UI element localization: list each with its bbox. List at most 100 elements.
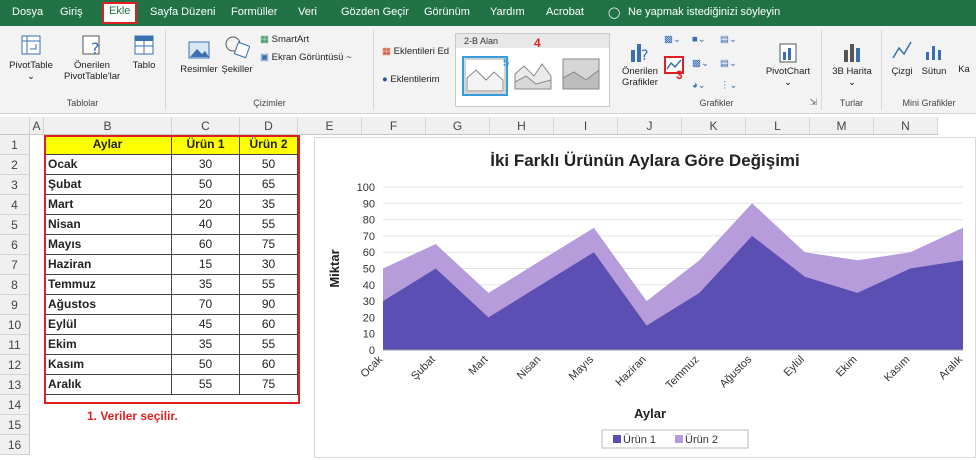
pivotchart-icon <box>779 43 797 63</box>
sparkline-line-button[interactable]: Çizgi <box>888 38 916 77</box>
menu-formulas[interactable]: Formüller <box>231 6 277 18</box>
area-chart[interactable]: İki Farklı Ürünün Aylara Göre Değişimi 0 1… <box>314 137 976 458</box>
row-header-14[interactable]: 14 <box>0 395 30 415</box>
menu-home[interactable]: Giriş <box>60 6 83 18</box>
pivottable-button[interactable]: PivotTable ⌄ <box>8 34 54 82</box>
menu-help[interactable]: Yardım <box>490 6 525 18</box>
svg-text:?: ? <box>91 39 100 58</box>
menu-file[interactable]: Dosya <box>12 6 43 18</box>
menu-acrobat[interactable]: Acrobat <box>546 6 584 18</box>
group-tours-label: Turlar <box>839 98 864 108</box>
row-header-2[interactable]: 2 <box>0 155 30 175</box>
y-tick-label: 80 <box>363 215 375 227</box>
column-header-g[interactable]: G <box>426 117 490 135</box>
x-tick-label: Eylül <box>782 354 807 379</box>
dialog-launcher-icon[interactable]: ⇲ <box>809 97 817 108</box>
recommended-charts-icon: ? <box>631 44 648 64</box>
area-chart-option[interactable] <box>462 56 508 96</box>
row-header-16[interactable]: 16 <box>0 435 30 455</box>
group-illustrations-label: Çizimler <box>253 98 286 108</box>
hierarchy-chart-button[interactable]: ■⌄ <box>692 34 706 45</box>
area-chart-icon <box>464 58 506 94</box>
3d-map-icon <box>844 44 860 62</box>
combo-chart-icon: ▤⌄ <box>720 58 737 69</box>
group-illustrations: Resimler Şekiller ▦ SmartArt ▣ Ekran Gör… <box>166 30 374 110</box>
x-tick-label: Ocak <box>358 353 385 380</box>
pie-chart-button[interactable]: ◕⌄ <box>692 80 706 91</box>
menu-page-layout[interactable]: Sayfa Düzeni <box>150 6 215 18</box>
tell-me-box[interactable]: Ne yapmak istediğinizi söyleyin <box>628 6 780 18</box>
area-chart-gallery: 2-B Alan <box>455 33 610 107</box>
y-tick-label: 40 <box>363 280 375 292</box>
menu-data[interactable]: Veri <box>298 6 317 18</box>
group-tables-label: Tablolar <box>66 98 99 108</box>
recommended-pivottables-button[interactable]: ? Önerilen PivotTable'lar <box>64 34 120 82</box>
column-header-k[interactable]: K <box>682 117 746 135</box>
smartart-button[interactable]: ▦ SmartArt <box>260 34 309 45</box>
row-header-7[interactable]: 7 <box>0 255 30 275</box>
percent-area-chart-option[interactable] <box>560 56 606 96</box>
waterfall-chart-button[interactable]: ▤⌄ <box>720 34 737 45</box>
statistic-chart-icon: ▩⌄ <box>692 58 709 69</box>
row-header-9[interactable]: 9 <box>0 295 30 315</box>
menu-review[interactable]: Gözden Geçir <box>341 6 409 18</box>
row-header-5[interactable]: 5 <box>0 215 30 235</box>
lightbulb-icon[interactable]: ◯ <box>608 6 620 19</box>
column-header-i[interactable]: I <box>554 117 618 135</box>
step-4-label: 4 <box>534 36 541 50</box>
row-header-13[interactable]: 13 <box>0 375 30 395</box>
column-header-m[interactable]: M <box>810 117 874 135</box>
row-header-8[interactable]: 8 <box>0 275 30 295</box>
combo-chart-button[interactable]: ▤⌄ <box>720 58 737 69</box>
pivotchart-button[interactable]: PivotChart ⌄ <box>762 38 814 88</box>
column-header-e[interactable]: E <box>298 117 362 135</box>
column-header-b[interactable]: B <box>44 117 172 135</box>
row-header-11[interactable]: 11 <box>0 335 30 355</box>
y-tick-label: 30 <box>363 296 375 308</box>
statistic-chart-button[interactable]: ▩⌄ <box>692 58 709 69</box>
column-header-n[interactable]: N <box>874 117 938 135</box>
waterfall-chart-icon: ▤⌄ <box>720 34 737 45</box>
menu-insert[interactable]: Ekle <box>101 2 138 24</box>
y-tick-label: 90 <box>363 198 375 210</box>
y-tick-label: 70 <box>363 231 375 243</box>
column-header-h[interactable]: H <box>490 117 554 135</box>
row-header-3[interactable]: 3 <box>0 175 30 195</box>
menu-view[interactable]: Görünüm <box>424 6 470 18</box>
x-axis-title: Aylar <box>634 406 666 421</box>
sparkline-winloss-button[interactable]: Ka <box>954 64 974 75</box>
legend-label: Ürün 2 <box>685 434 718 446</box>
my-addins-button[interactable]: ● Eklentilerim <box>382 74 440 85</box>
select-all-corner[interactable] <box>0 117 30 135</box>
column-header-f[interactable]: F <box>362 117 426 135</box>
x-tick-label: Mart <box>467 354 491 378</box>
screenshot-button[interactable]: ▣ Ekran Görüntüsü ~ <box>260 52 352 63</box>
stacked-area-chart-option[interactable] <box>512 56 558 96</box>
row-header-15[interactable]: 15 <box>0 415 30 435</box>
shapes-button[interactable]: Şekiller <box>220 34 254 75</box>
column-header-l[interactable]: L <box>746 117 810 135</box>
3d-map-button[interactable]: 3B Harita ⌄ <box>828 38 876 88</box>
column-header-a[interactable]: A <box>30 117 44 135</box>
row-header-12[interactable]: 12 <box>0 355 30 375</box>
scatter-chart-button[interactable]: ⋮⌄ <box>720 80 737 91</box>
row-header-1[interactable]: 1 <box>0 135 30 155</box>
get-addins-button[interactable]: ▦ Eklentileri Ed <box>382 46 449 57</box>
x-tick-label: Kasım <box>882 354 913 385</box>
row-header-10[interactable]: 10 <box>0 315 30 335</box>
sparkline-column-button[interactable]: Sütun <box>918 38 950 77</box>
column-header-d[interactable]: D <box>240 117 298 135</box>
group-tables: PivotTable ⌄ ? Önerilen PivotTable'lar Tab… <box>0 30 166 110</box>
column-header-c[interactable]: C <box>172 117 240 135</box>
column-chart-button[interactable]: ▩⌄ <box>664 34 681 45</box>
row-header-4[interactable]: 4 <box>0 195 30 215</box>
chart-title: İki Farklı Ürünün Aylara Göre Değişimi <box>490 151 800 170</box>
recommended-charts-button[interactable]: ? Önerilen Grafikler <box>622 38 658 88</box>
column-header-j[interactable]: J <box>618 117 682 135</box>
x-tick-label: Ağustos <box>718 353 755 390</box>
pictures-button[interactable]: Resimler <box>176 40 222 75</box>
row-header-6[interactable]: 6 <box>0 235 30 255</box>
smartart-icon: ▦ <box>260 34 269 45</box>
y-tick-label: 60 <box>363 247 375 259</box>
table-button[interactable]: Tablo <box>128 34 160 71</box>
